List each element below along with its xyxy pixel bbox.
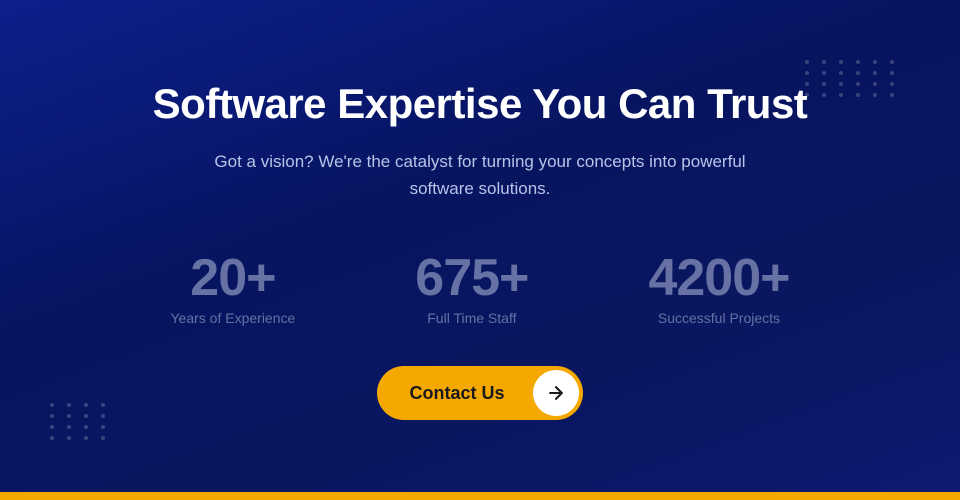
dot xyxy=(50,425,54,429)
dot xyxy=(67,414,71,418)
contact-us-button[interactable]: Contact Us xyxy=(377,366,582,420)
dot xyxy=(856,71,860,75)
dot xyxy=(873,60,877,64)
dot xyxy=(873,71,877,75)
contact-us-label: Contact Us xyxy=(377,383,532,404)
stats-row: 20+ Years of Experience 675+ Full Time Staf… xyxy=(153,252,808,326)
hero-content: Software Expertise You Can Trust Got a v… xyxy=(73,80,888,421)
dot xyxy=(101,425,105,429)
dot xyxy=(67,425,71,429)
dot xyxy=(890,71,894,75)
page-wrapper: Software Expertise You Can Trust Got a v… xyxy=(0,0,960,500)
arrow-icon-circle xyxy=(533,370,579,416)
dot xyxy=(50,403,54,407)
dot xyxy=(839,71,843,75)
dot xyxy=(890,93,894,97)
dot xyxy=(84,425,88,429)
hero-subtitle: Got a vision? We're the catalyst for tur… xyxy=(200,148,760,202)
dot xyxy=(822,71,826,75)
stat-item: 675+ Full Time Staff xyxy=(415,252,528,326)
dot xyxy=(856,60,860,64)
stat-number: 20+ xyxy=(190,252,275,304)
dot xyxy=(67,403,71,407)
stat-label: Successful Projects xyxy=(658,310,780,326)
dot xyxy=(84,436,88,440)
dot xyxy=(822,60,826,64)
stat-number: 675+ xyxy=(415,252,528,304)
stat-number: 4200+ xyxy=(648,252,789,304)
dot xyxy=(890,60,894,64)
bottom-bar xyxy=(0,492,960,500)
stat-label: Years of Experience xyxy=(171,310,296,326)
stat-label: Full Time Staff xyxy=(427,310,516,326)
arrow-right-icon xyxy=(546,383,566,403)
dot xyxy=(890,82,894,86)
dot xyxy=(50,436,54,440)
dot xyxy=(50,414,54,418)
dot xyxy=(805,60,809,64)
dot xyxy=(805,71,809,75)
stat-item: 20+ Years of Experience xyxy=(171,252,296,326)
stat-item: 4200+ Successful Projects xyxy=(648,252,789,326)
dot xyxy=(839,60,843,64)
page-title: Software Expertise You Can Trust xyxy=(153,80,808,128)
dot xyxy=(101,436,105,440)
dot xyxy=(67,436,71,440)
